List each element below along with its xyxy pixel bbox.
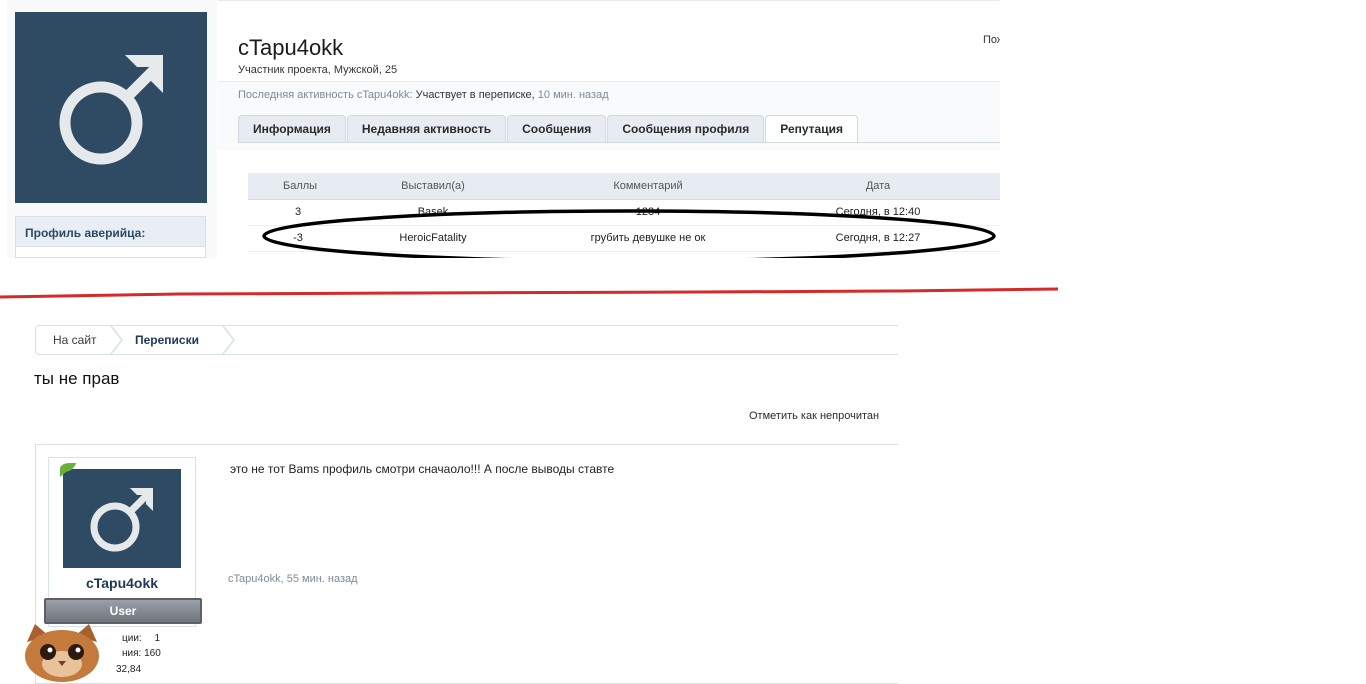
tab-recent-activity[interactable]: Недавняя активность bbox=[346, 115, 507, 142]
stat-label: ния: bbox=[122, 648, 142, 659]
user-stat-3: 32,84 bbox=[116, 664, 141, 675]
male-symbol-icon bbox=[90, 488, 153, 552]
profile-tabs: Информация Недавняя активность Сообщения… bbox=[238, 115, 859, 143]
user-stat-1: ции: 1 bbox=[122, 633, 160, 644]
last-activity-label: Последняя активность cTapu4okk: bbox=[238, 89, 413, 101]
message-post: cTapu4okk User ции: 1 ния: 160 32,84 это… bbox=[35, 444, 898, 684]
breadcrumb-home[interactable]: На сайт bbox=[53, 326, 97, 354]
highlight-ellipse-annotation bbox=[262, 209, 996, 258]
profile-username: cTapu4okk bbox=[238, 35, 344, 60]
message-avatar[interactable] bbox=[63, 469, 181, 568]
breadcrumb-separator-icon bbox=[222, 326, 235, 354]
tab-profile-posts[interactable]: Сообщения профиля bbox=[607, 115, 765, 142]
last-activity-time: 10 мин. назад bbox=[537, 89, 609, 101]
profile-screenshot: Профиль аверийца: cTapu4okk Участник про… bbox=[0, 0, 1000, 258]
tab-reputation[interactable]: Репутация bbox=[765, 115, 858, 143]
online-leaf-icon bbox=[60, 463, 76, 477]
stat-value: 1 bbox=[154, 633, 161, 644]
conversation-screenshot: На сайт Переписки ты не прав Отметить ка… bbox=[0, 318, 898, 684]
message-meta: cTapu4okk, 55 мин. назад bbox=[228, 573, 358, 585]
breadcrumb: На сайт Переписки bbox=[35, 325, 898, 355]
position-label: Пож bbox=[983, 34, 1000, 46]
profile-info-title: Профиль аверийца: bbox=[16, 217, 205, 247]
tabs-underline bbox=[238, 142, 1000, 143]
male-symbol-icon bbox=[59, 55, 163, 165]
message-author[interactable]: cTapu4okk bbox=[49, 575, 195, 591]
profile-subtitle: Участник проекта, Мужской, 25 bbox=[238, 64, 398, 76]
table-header: Баллы Выставил(а) Комментарий Дата bbox=[248, 173, 1000, 200]
stat-value: 32,84 bbox=[116, 664, 142, 675]
stat-value: 160 bbox=[144, 648, 161, 659]
column-comment: Комментарий bbox=[613, 180, 683, 192]
profile-info-block: Профиль аверийца: bbox=[15, 216, 206, 258]
user-role-banner: User bbox=[44, 598, 202, 624]
profile-avatar[interactable] bbox=[15, 12, 207, 203]
tab-info[interactable]: Информация bbox=[238, 115, 346, 142]
column-points: Баллы bbox=[283, 180, 318, 192]
column-date: Дата bbox=[865, 180, 891, 192]
last-activity-action[interactable]: Участвует в переписке, bbox=[416, 89, 535, 101]
breadcrumb-conversations[interactable]: Переписки bbox=[135, 326, 199, 354]
column-given-by: Выставил(а) bbox=[401, 180, 465, 192]
conversation-title: ты не прав bbox=[34, 369, 120, 388]
divider bbox=[218, 81, 1000, 82]
message-body: это не тот Bams профиль смотри сначаоло!… bbox=[230, 462, 615, 476]
last-activity: Последняя активность cTapu4okk: Участвуе… bbox=[238, 89, 609, 101]
user-stat-2: ния: 160 bbox=[122, 648, 161, 659]
message-meta-author[interactable]: cTapu4okk, bbox=[228, 573, 284, 585]
stat-label: ции: bbox=[122, 633, 142, 644]
breadcrumb-separator-icon bbox=[110, 326, 123, 354]
message-meta-time[interactable]: 55 мин. назад bbox=[287, 573, 358, 585]
mark-unread-link[interactable]: Отметить как непрочитан bbox=[749, 410, 879, 422]
red-divider-annotation bbox=[0, 287, 1059, 299]
tab-posts[interactable]: Сообщения bbox=[507, 115, 607, 142]
cat-face-image bbox=[25, 624, 99, 682]
